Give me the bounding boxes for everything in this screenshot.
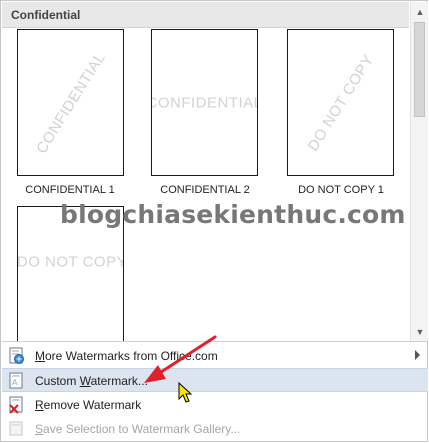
mouse-cursor-icon [178, 382, 192, 403]
red-pointer-arrow-icon [144, 335, 217, 383]
